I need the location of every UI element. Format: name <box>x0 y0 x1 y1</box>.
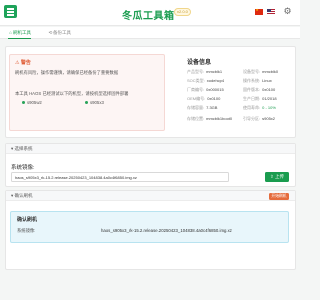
start-flash-button[interactable]: 开始刷机 <box>269 193 289 200</box>
device-field: 操作系统: Linux <box>243 78 272 83</box>
settings-icon[interactable]: ⚙ <box>283 7 292 16</box>
model-item: s905w2 <box>22 100 42 105</box>
device-info-title: 设备信息 <box>187 60 212 66</box>
tab-bar: ⌂刷机工具 ⟲备份工具 <box>0 27 300 39</box>
app-title: 冬瓜工具箱 <box>122 11 175 22</box>
warning-text: 刷机有风险，操作需谨慎，请确保已经备份了重要数据 <box>15 70 119 75</box>
supported-text: 本工具 HAOS 已经测试以下的机型，请按机型选择固件部署 <box>15 91 129 96</box>
device-field: 设备型号: mmcblk0 <box>243 69 279 74</box>
device-field: OEM编号: 0x0100 <box>187 96 221 101</box>
upload-button[interactable]: ⇧ 上传 <box>265 172 289 182</box>
firmware-section-header[interactable]: ▾ 选择系统 <box>6 144 295 154</box>
flag-cn-icon[interactable] <box>255 8 263 15</box>
device-field: 使用寿命: 0 - 10% <box>243 105 276 110</box>
confirm-panel: 确认刷机 系统镜像: haos_s905x3_rk-15.2.release.2… <box>10 211 289 243</box>
warning-title: ⚠ 警告 <box>15 60 31 66</box>
confirm-section-header[interactable]: ▾ 确认刷机 <box>6 191 295 201</box>
confirm-image-value: haos_s905x3_rk-15.2.release.20250423_104… <box>101 228 232 233</box>
warning-notice: ⚠ 警告 刷机有风险，操作需谨慎，请确保已经备份了重要数据 本工具 HAOS 已… <box>9 54 165 131</box>
flag-us-icon[interactable] <box>267 9 275 15</box>
firmware-path-input[interactable]: haos_s905x3_rk-15.2.release.20250423_104… <box>11 172 229 182</box>
top-bar: 冬瓜工具箱 v2.0.0 ⚙ <box>0 0 300 26</box>
device-field: 厂商编号: 0x000015 <box>187 87 224 92</box>
device-field: 引导分区: s905x2 <box>243 116 276 121</box>
version-badge: v2.0.0 <box>174 8 191 16</box>
firmware-label: 系统镜像: <box>11 165 35 171</box>
upload-icon: ⇧ <box>269 174 274 179</box>
logo-icon <box>4 5 17 18</box>
tab-backup-tool[interactable]: ⟲备份工具 <box>48 27 71 39</box>
device-field: SOC类型: xodehcp4 <box>187 78 225 83</box>
confirm-label: 系统镜像: <box>17 228 36 233</box>
device-field: 存储容量: 7.3GB <box>187 105 218 110</box>
device-field: 固件版本: 0x0100 <box>243 87 276 92</box>
device-field: 生产日期: 01/2018 <box>243 96 277 101</box>
tab-flash-tool[interactable]: ⌂刷机工具 <box>8 27 31 39</box>
model-item: s905x3 <box>85 100 104 105</box>
device-field: 存储位置: mmcblk1boot0 <box>187 116 233 121</box>
device-field: 产品型号: mmcblk1 <box>187 69 223 74</box>
confirm-title: 确认刷机 <box>17 217 38 223</box>
